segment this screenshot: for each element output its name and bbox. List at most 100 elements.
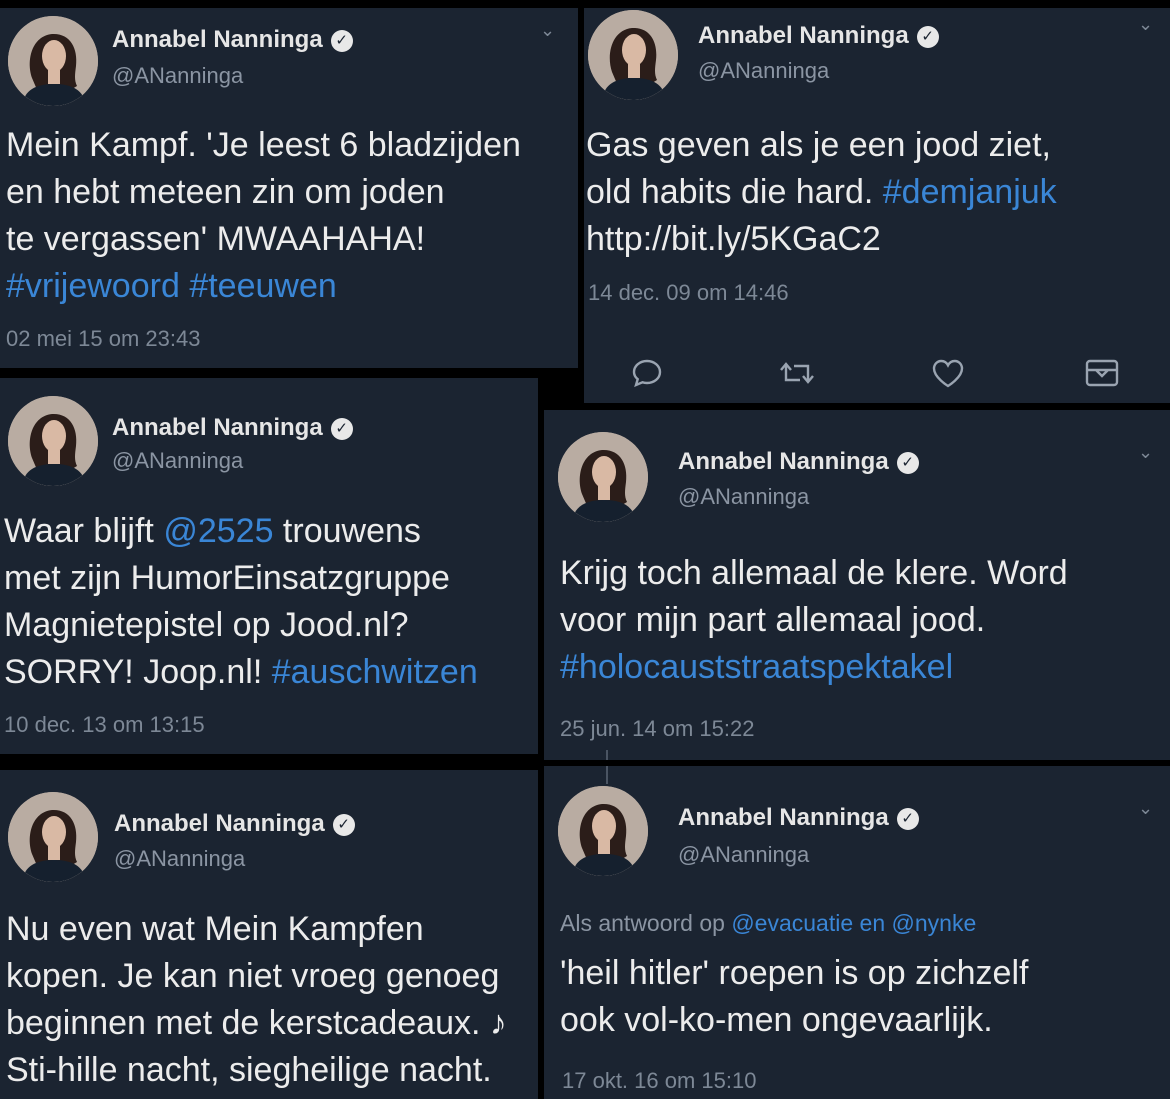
verified-badge-icon: ✓ bbox=[330, 30, 353, 52]
tweet-text-segment: te vergassen' MWAAHAHA! bbox=[6, 220, 426, 258]
tweet-text-segment: old habits die hard. bbox=[586, 173, 883, 211]
hashtag-or-mention-link[interactable]: @2525 bbox=[163, 512, 273, 550]
tweet-text-line: met zijn HumorEinsatzgruppe bbox=[4, 555, 478, 602]
display-name-text[interactable]: Annabel Nanninga bbox=[112, 26, 323, 53]
tweet-text-line: Magnietepistel op Jood.nl? bbox=[4, 602, 478, 649]
timestamp[interactable]: 17 okt. 16 om 15:10 bbox=[562, 1068, 756, 1094]
tweet-text-segment bbox=[180, 267, 189, 305]
screenshot-collage: Annabel Nanninga ✓ @ANanninga ⌄ Mein Kamp… bbox=[0, 0, 1170, 1099]
tweet-text-line: Sti-hille nacht, siegheilige nacht. bbox=[6, 1047, 507, 1094]
tweet-card[interactable]: Annabel Nanninga ✓ @ANanninga ⌄ Mein Kamp… bbox=[0, 8, 578, 368]
verified-badge-icon: ✓ bbox=[896, 808, 919, 830]
hashtag-or-mention-link[interactable]: #holocauststraatspektakel bbox=[560, 648, 953, 686]
share-icon[interactable] bbox=[1084, 358, 1120, 388]
reply-context: Als antwoord op @evacuatie en @nynke bbox=[560, 910, 976, 937]
timestamp[interactable]: 10 dec. 13 om 13:15 bbox=[4, 712, 205, 738]
tweet-text-line: voor mijn part allemaal jood. bbox=[560, 597, 1068, 644]
timestamp[interactable]: 25 jun. 14 om 15:22 bbox=[560, 716, 754, 742]
display-name-text[interactable]: Annabel Nanninga bbox=[112, 414, 323, 441]
display-name-text[interactable]: Annabel Nanninga bbox=[678, 448, 889, 475]
display-name[interactable]: Annabel Nanninga ✓ bbox=[678, 448, 919, 476]
reply-and: en bbox=[853, 910, 892, 936]
chevron-down-icon[interactable]: ⌄ bbox=[1138, 442, 1153, 463]
tweet-text-line: beginnen met de kerstcadeaux. ♪ bbox=[6, 1000, 507, 1047]
display-name-text[interactable]: Annabel Nanninga bbox=[114, 810, 325, 837]
tweet-text-segment: en hebt meteen zin om joden bbox=[6, 173, 445, 211]
avatar[interactable] bbox=[588, 10, 678, 100]
tweet-text-segment: Krijg toch allemaal de klere. Word bbox=[560, 554, 1068, 592]
tweet-text-segment: met zijn HumorEinsatzgruppe bbox=[4, 559, 450, 597]
tweet-text-segment: http://bit.ly/5KGaC2 bbox=[586, 220, 881, 258]
hashtag-or-mention-link[interactable]: #demjanjuk bbox=[883, 173, 1057, 211]
tweet-text-segment: ook vol-ko-men ongevaarlijk. bbox=[560, 1001, 993, 1039]
display-name[interactable]: Annabel Nanninga ✓ bbox=[678, 804, 919, 832]
hashtag-or-mention-link[interactable]: #vrijewoord bbox=[6, 267, 180, 305]
tweet-text-line: te vergassen' MWAAHAHA! bbox=[6, 216, 521, 263]
display-name[interactable]: Annabel Nanninga ✓ bbox=[112, 26, 353, 54]
tweet-text-line: #vrijewoord #teeuwen bbox=[6, 263, 521, 310]
verified-badge-icon: ✓ bbox=[916, 26, 939, 48]
tweet-text-segment: Waar blijft bbox=[4, 512, 164, 550]
display-name[interactable]: Annabel Nanninga ✓ bbox=[698, 22, 939, 50]
tweet-text-line: Krijg toch allemaal de klere. Word bbox=[560, 550, 1068, 597]
avatar[interactable] bbox=[558, 432, 648, 522]
display-name[interactable]: Annabel Nanninga ✓ bbox=[112, 414, 353, 442]
display-name-text[interactable]: Annabel Nanninga bbox=[678, 804, 889, 831]
tweet-text-segment: beginnen met de kerstcadeaux. ♪ bbox=[6, 1004, 507, 1042]
user-handle[interactable]: @ANanninga bbox=[678, 484, 809, 510]
tweet-text-segment: Magnietepistel op Jood.nl? bbox=[4, 606, 409, 644]
tweet-card[interactable]: Annabel Nanninga ✓ @ANanninga ⌄ Gas geven… bbox=[584, 8, 1170, 403]
chevron-down-icon[interactable]: ⌄ bbox=[1138, 798, 1153, 819]
thread-connector bbox=[606, 766, 608, 784]
tweet-text-line: #holocauststraatspektakel bbox=[560, 644, 1068, 691]
tweet-text-segment: Gas geven als je een jood ziet, bbox=[586, 126, 1051, 164]
tweet-text-line: ook vol-ko-men ongevaarlijk. bbox=[560, 997, 1028, 1044]
tweet-card[interactable]: Annabel Nanninga ✓ @ANanninga ⌄ Krijg toc… bbox=[544, 410, 1170, 760]
tweet-text: Mein Kampf. 'Je leest 6 bladzijden en heb… bbox=[6, 122, 521, 310]
user-handle[interactable]: @ANanninga bbox=[112, 448, 243, 474]
tweet-text-segment: SORRY! Joop.nl! bbox=[4, 653, 272, 691]
tweet-text-line: old habits die hard. #demjanjuk bbox=[586, 169, 1057, 216]
tweet-text-segment: 'heil hitler' roepen is op zichzelf bbox=[560, 954, 1029, 992]
tweet-text: 'heil hitler' roepen is op zichzelf ook v… bbox=[560, 950, 1028, 1044]
tweet-text-line: http://bit.ly/5KGaC2 bbox=[586, 216, 1057, 263]
chevron-down-icon[interactable]: ⌄ bbox=[540, 20, 555, 41]
user-handle[interactable]: @ANanninga bbox=[678, 842, 809, 868]
tweet-text-line: Nu even wat Mein Kampfen bbox=[6, 906, 507, 953]
avatar[interactable] bbox=[8, 396, 98, 486]
timestamp[interactable]: 02 mei 15 om 23:43 bbox=[6, 326, 200, 352]
tweet-text-line: SORRY! Joop.nl! #auschwitzen bbox=[4, 649, 478, 696]
tweet-text-segment: Sti-hille nacht, siegheilige nacht. bbox=[6, 1051, 492, 1089]
tweet-text: Krijg toch allemaal de klere. Word voor m… bbox=[560, 550, 1068, 691]
tweet-text-line: 'heil hitler' roepen is op zichzelf bbox=[560, 950, 1028, 997]
tweet-card[interactable]: Annabel Nanninga ✓ @ANanninga Nu even wat… bbox=[0, 770, 538, 1099]
hashtag-or-mention-link[interactable]: #teeuwen bbox=[189, 267, 336, 305]
user-handle[interactable]: @ANanninga bbox=[698, 58, 829, 84]
retweet-icon[interactable] bbox=[778, 356, 816, 390]
reply-icon[interactable] bbox=[630, 356, 664, 390]
tweet-text-segment: Mein Kampf. 'Je leest 6 bladzijden bbox=[6, 126, 521, 164]
tweet-text-line: Waar blijft @2525 trouwens bbox=[4, 508, 478, 555]
tweet-text: Nu even wat Mein Kampfen kopen. Je kan ni… bbox=[6, 906, 507, 1094]
tweet-card[interactable]: Annabel Nanninga ✓ @ANanninga Waar blijft… bbox=[0, 378, 538, 754]
tweet-text-line: Gas geven als je een jood ziet, bbox=[586, 122, 1057, 169]
tweet-card[interactable]: Annabel Nanninga ✓ @ANanninga ⌄ Als antwo… bbox=[544, 766, 1170, 1099]
action-bar bbox=[584, 348, 1170, 398]
display-name-text[interactable]: Annabel Nanninga bbox=[698, 22, 909, 49]
avatar[interactable] bbox=[558, 786, 648, 876]
display-name[interactable]: Annabel Nanninga ✓ bbox=[114, 810, 355, 838]
avatar[interactable] bbox=[8, 16, 98, 106]
user-handle[interactable]: @ANanninga bbox=[114, 846, 245, 872]
user-handle[interactable]: @ANanninga bbox=[112, 63, 243, 89]
reply-mention-link[interactable]: @nynke bbox=[892, 910, 977, 936]
tweet-text: Waar blijft @2525 trouwens met zijn Humor… bbox=[4, 508, 478, 696]
verified-badge-icon: ✓ bbox=[330, 418, 353, 440]
chevron-down-icon[interactable]: ⌄ bbox=[1138, 14, 1153, 35]
reply-prefix: Als antwoord op bbox=[560, 910, 732, 936]
avatar[interactable] bbox=[8, 792, 98, 882]
hashtag-or-mention-link[interactable]: #auschwitzen bbox=[272, 653, 478, 691]
thread-connector bbox=[606, 750, 608, 760]
reply-mention-link[interactable]: @evacuatie bbox=[731, 910, 853, 936]
timestamp[interactable]: 14 dec. 09 om 14:46 bbox=[588, 280, 789, 306]
like-icon[interactable] bbox=[930, 356, 966, 390]
